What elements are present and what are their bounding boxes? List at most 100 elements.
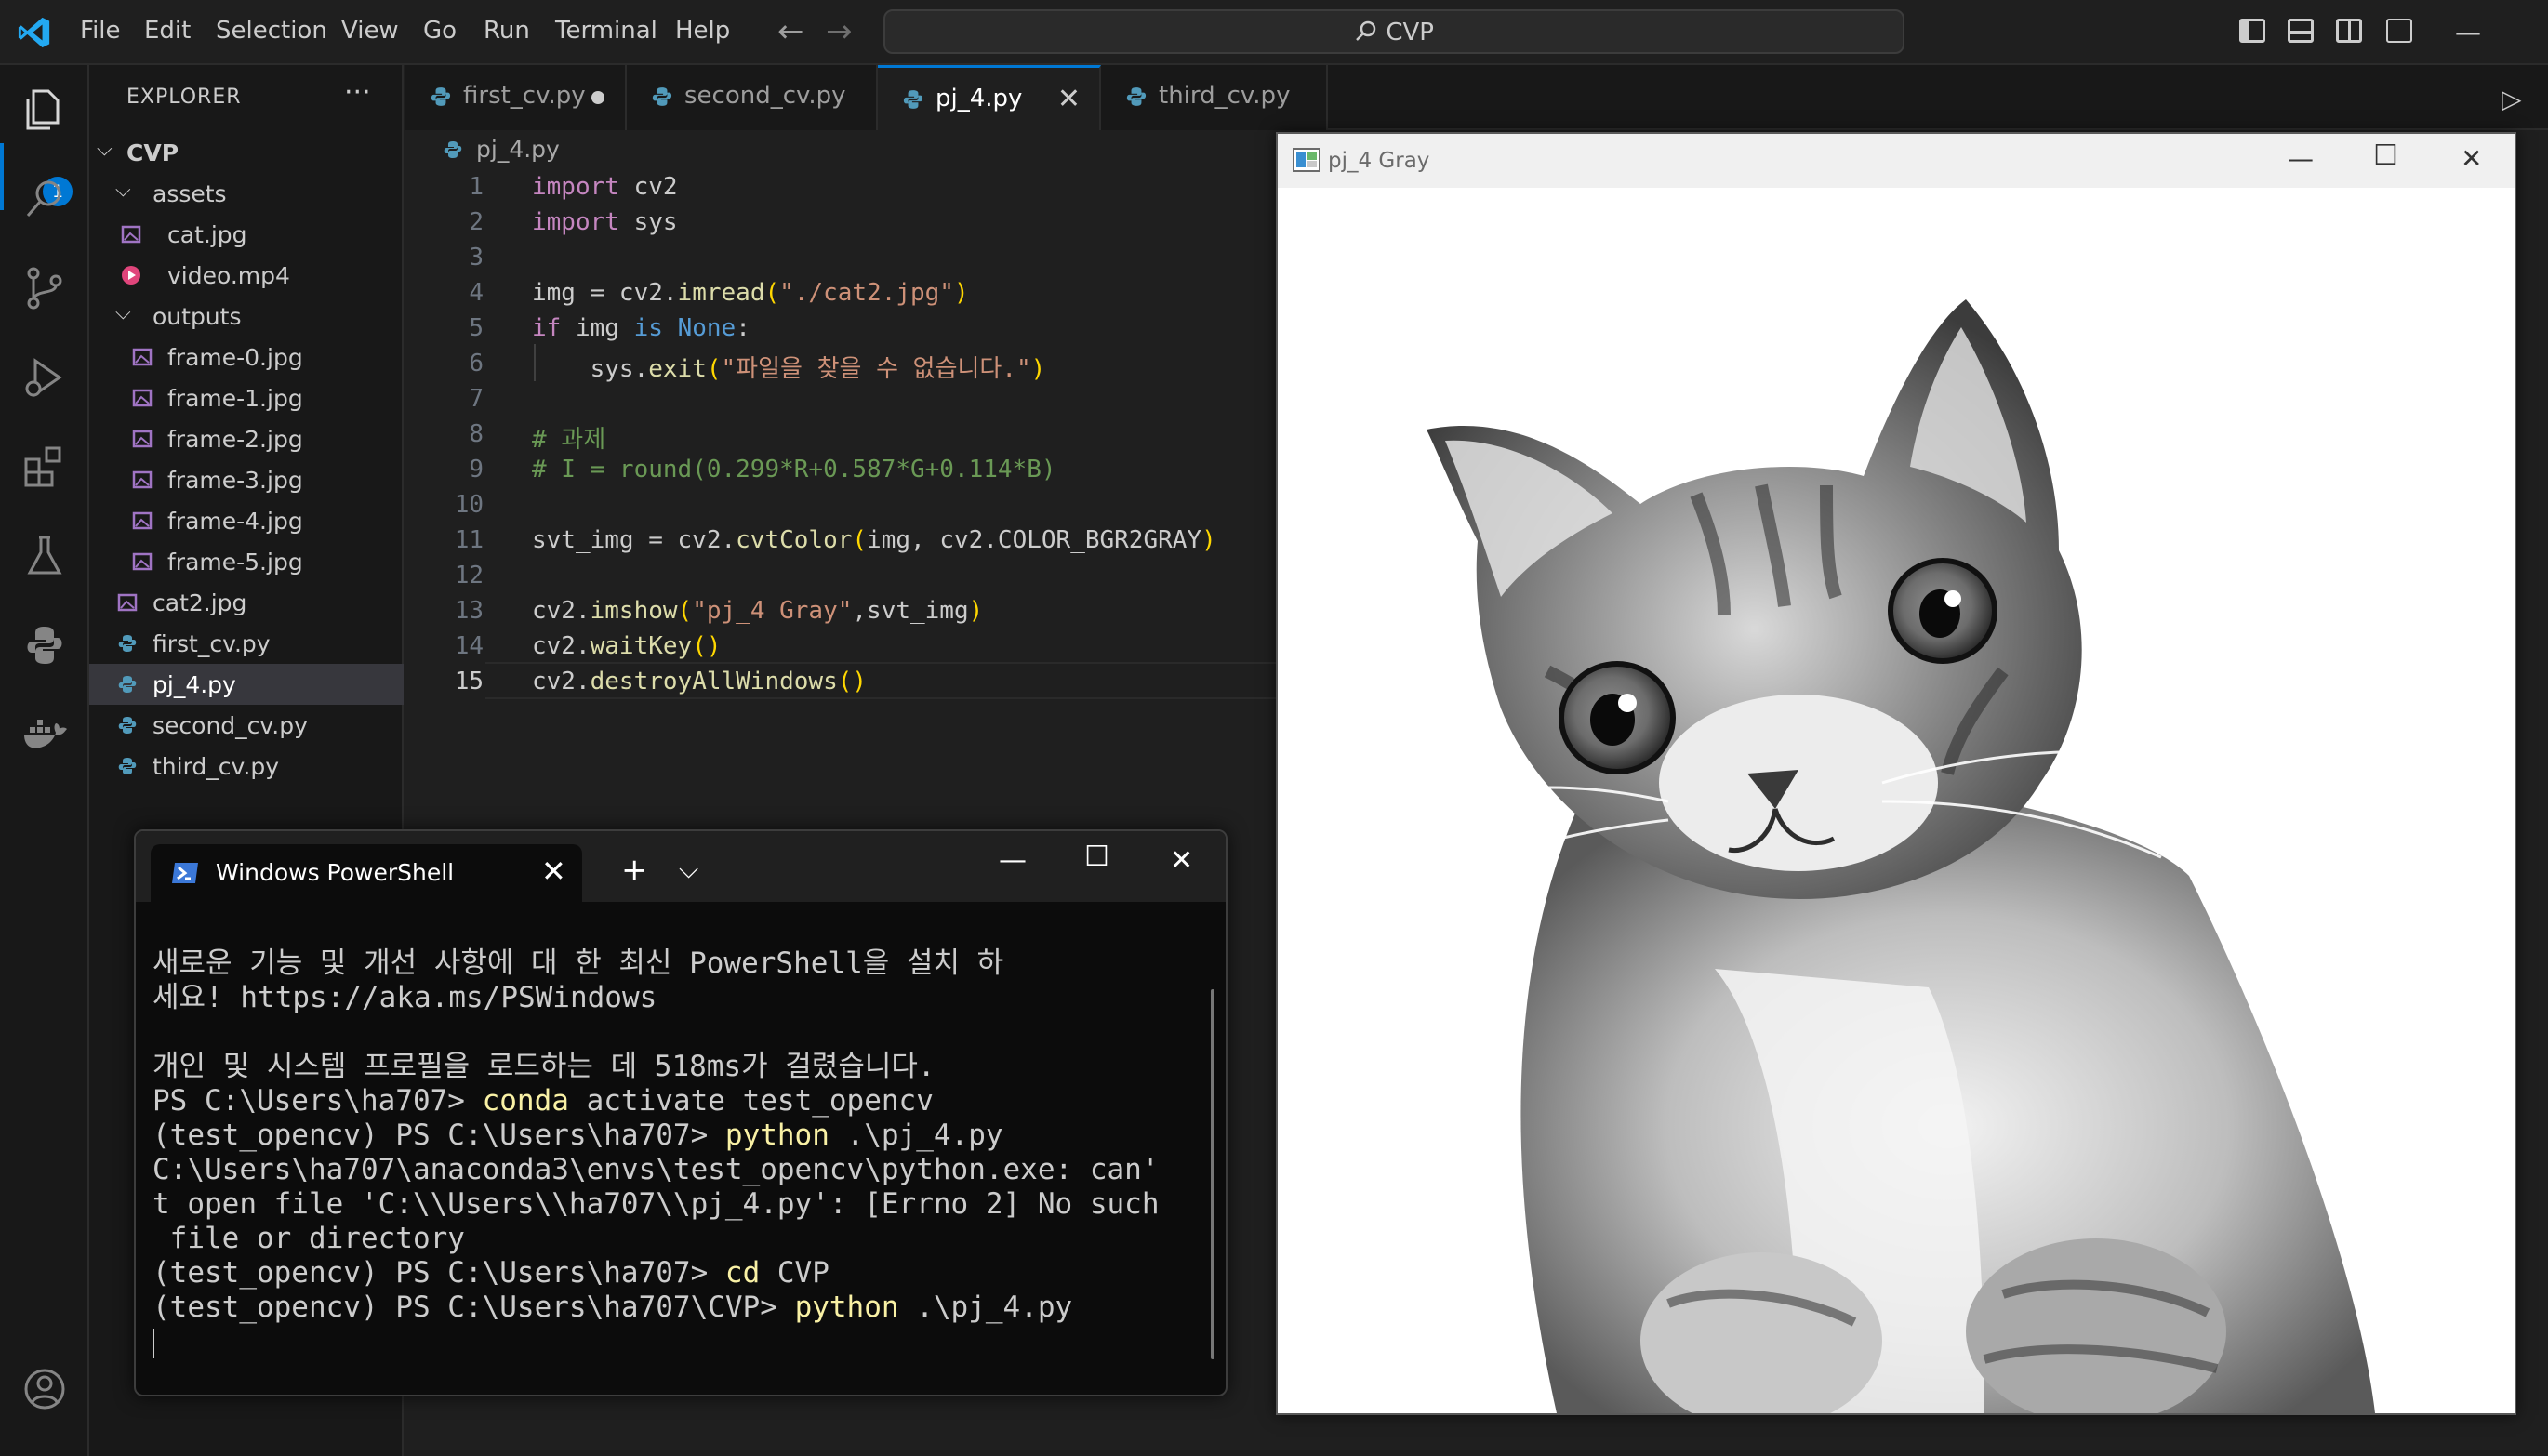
menu-file[interactable]: File (80, 17, 121, 45)
tree-file-first-cv[interactable]: first_cv.py (89, 623, 404, 664)
minimize-icon[interactable]: — (2288, 143, 2314, 174)
terminal-cursor (153, 1329, 154, 1358)
code-editor[interactable]: 1 2 3 4 5 6 7 8 9 10 11 12 13 14 15 impo… (405, 173, 1270, 695)
line-number-current: 15 (454, 668, 484, 695)
tree-folder-outputs[interactable]: ⌵ outputs (89, 296, 404, 337)
menu-selection[interactable]: Selection (216, 17, 327, 45)
tree-folder-assets[interactable]: ⌵ assets (89, 173, 404, 214)
maximize-icon[interactable]: ☐ (2373, 139, 2398, 172)
toggle-primary-sidebar-icon[interactable] (2239, 19, 2265, 43)
code-line: # 과제 (532, 426, 606, 454)
chevron-down-icon: ⌵ (97, 138, 113, 161)
tree-file-frame-5[interactable]: frame-5.jpg (89, 541, 404, 582)
code-line: cv2.destroyAllWindows() (532, 668, 868, 695)
python-file-icon (652, 87, 672, 106)
toggle-secondary-sidebar-icon[interactable] (2336, 19, 2362, 43)
maximize-icon[interactable]: ☐ (1084, 841, 1109, 873)
run-python-file-icon[interactable]: ▷ (2502, 84, 2522, 114)
terminal-tab[interactable]: Windows PowerShell ✕ (151, 844, 582, 902)
back-arrow-icon[interactable]: ← (777, 13, 804, 50)
command-center-search[interactable]: CVP (883, 9, 1904, 54)
tab-pj4[interactable]: pj_4.py ✕ (878, 65, 1101, 130)
forward-arrow-icon[interactable]: → (826, 13, 853, 50)
tree-file-frame-2[interactable]: frame-2.jpg (89, 418, 404, 459)
terminal-tab-title: Windows PowerShell (216, 859, 455, 886)
terminal-line: 개인 및 시스템 프로필을 로드하는 데 518ms가 걸렸습니다. (153, 1050, 936, 1083)
image-viewer-window[interactable]: pj_4 Gray — ☐ ✕ (1276, 132, 2516, 1415)
run-debug-icon[interactable] (19, 351, 71, 404)
tree-file-second-cv[interactable]: second_cv.py (89, 705, 404, 746)
tab-third-cv[interactable]: third_cv.py (1101, 65, 1328, 130)
close-icon[interactable]: ✕ (2461, 143, 2482, 174)
tree-file-pj4[interactable]: pj_4.py (89, 664, 404, 705)
terminal-output[interactable]: 새로운 기능 및 개선 사항에 대 한 최신 PowerShell을 설치 하세… (153, 946, 1203, 1358)
close-icon[interactable]: ✕ (1170, 844, 1193, 877)
line-number: 14 (454, 632, 484, 660)
source-control-icon[interactable] (19, 262, 71, 314)
menu-terminal[interactable]: Terminal (555, 17, 657, 45)
minimize-icon[interactable]: — (2455, 17, 2481, 47)
image-file-icon (121, 225, 141, 244)
close-tab-icon[interactable]: ✕ (541, 854, 566, 889)
terminal-line: 새로운 기능 및 개선 사항에 대 한 최신 PowerShell을 설치 하 (153, 946, 1004, 980)
menu-go[interactable]: Go (423, 17, 457, 45)
line-number: 6 (469, 350, 484, 377)
tree-file-video-mp4[interactable]: video.mp4 (89, 255, 404, 296)
code-line: sys.exit("파일을 찾을 수 없습니다.") (532, 355, 1046, 383)
testing-flask-icon[interactable] (19, 530, 71, 582)
menu-edit[interactable]: Edit (144, 17, 191, 45)
tab-label: second_cv.py (684, 82, 846, 110)
minimize-icon[interactable]: — (999, 844, 1027, 877)
more-actions-icon[interactable]: ··· (344, 76, 371, 109)
tree-label: cat.jpg (167, 221, 247, 248)
explorer-icon[interactable] (19, 84, 71, 136)
tree-root-cvp[interactable]: ⌵ CVP (89, 132, 404, 173)
terminal-prompt: (test_opencv) PS C:\Users\ha707\CVP> (153, 1291, 795, 1324)
search-icon[interactable] (19, 173, 71, 225)
line-number: 5 (469, 314, 484, 342)
image-window-titlebar[interactable]: pj_4 Gray — ☐ ✕ (1278, 134, 2515, 188)
menu-run[interactable]: Run (484, 17, 530, 45)
code-line: # I = round(0.299*R+0.587*G+0.114*B) (532, 456, 1056, 483)
python-icon[interactable] (19, 619, 71, 671)
tab-first-cv[interactable]: first_cv.py (405, 65, 627, 130)
code-line: import cv2 (532, 173, 678, 201)
extensions-icon[interactable] (19, 441, 71, 493)
image-file-icon (132, 511, 153, 530)
line-number: 1 (469, 173, 484, 201)
tree-label: frame-1.jpg (167, 385, 303, 412)
tree-file-third-cv[interactable]: third_cv.py (89, 746, 404, 787)
new-tab-icon[interactable]: + (621, 852, 648, 889)
powershell-window[interactable]: Windows PowerShell ✕ + ⌵ — ☐ ✕ 새로운 기능 및 … (134, 829, 1228, 1396)
terminal-scrollbar[interactable] (1211, 989, 1214, 1359)
tab-second-cv[interactable]: second_cv.py (627, 65, 878, 130)
close-tab-icon[interactable]: ✕ (1057, 83, 1081, 115)
code-line: import sys (532, 208, 678, 236)
tree-file-frame-3[interactable]: frame-3.jpg (89, 459, 404, 500)
tree-file-frame-4[interactable]: frame-4.jpg (89, 500, 404, 541)
powershell-icon (172, 863, 198, 883)
menu-help[interactable]: Help (675, 17, 730, 45)
menu-view[interactable]: View (341, 17, 399, 45)
terminal-prompt: (test_opencv) PS C:\Users\ha707> (153, 1118, 725, 1152)
terminal-command: python (794, 1291, 899, 1324)
line-number: 3 (469, 244, 484, 271)
python-file-icon (903, 90, 923, 109)
tree-file-cat2-jpg[interactable]: cat2.jpg (89, 582, 404, 623)
terminal-line: (test_opencv) PS C:\Users\ha707> cd CVP (153, 1256, 1203, 1291)
toggle-panel-icon[interactable] (2288, 19, 2314, 43)
chevron-down-icon[interactable]: ⌵ (679, 854, 698, 885)
python-file-icon (431, 87, 451, 106)
docker-icon[interactable] (19, 708, 71, 761)
breadcrumb[interactable]: pj_4.py (476, 136, 560, 163)
image-file-icon (132, 348, 153, 366)
explorer-title: EXPLORER (126, 86, 242, 109)
customize-layout-icon[interactable] (2386, 19, 2412, 43)
unsaved-dot-icon[interactable] (591, 91, 604, 104)
terminal-args: CVP (760, 1256, 829, 1290)
tree-file-frame-1[interactable]: frame-1.jpg (89, 377, 404, 418)
account-icon[interactable] (19, 1363, 71, 1415)
tree-file-cat-jpg[interactable]: cat.jpg (89, 214, 404, 255)
tree-file-frame-0[interactable]: frame-0.jpg (89, 337, 404, 377)
